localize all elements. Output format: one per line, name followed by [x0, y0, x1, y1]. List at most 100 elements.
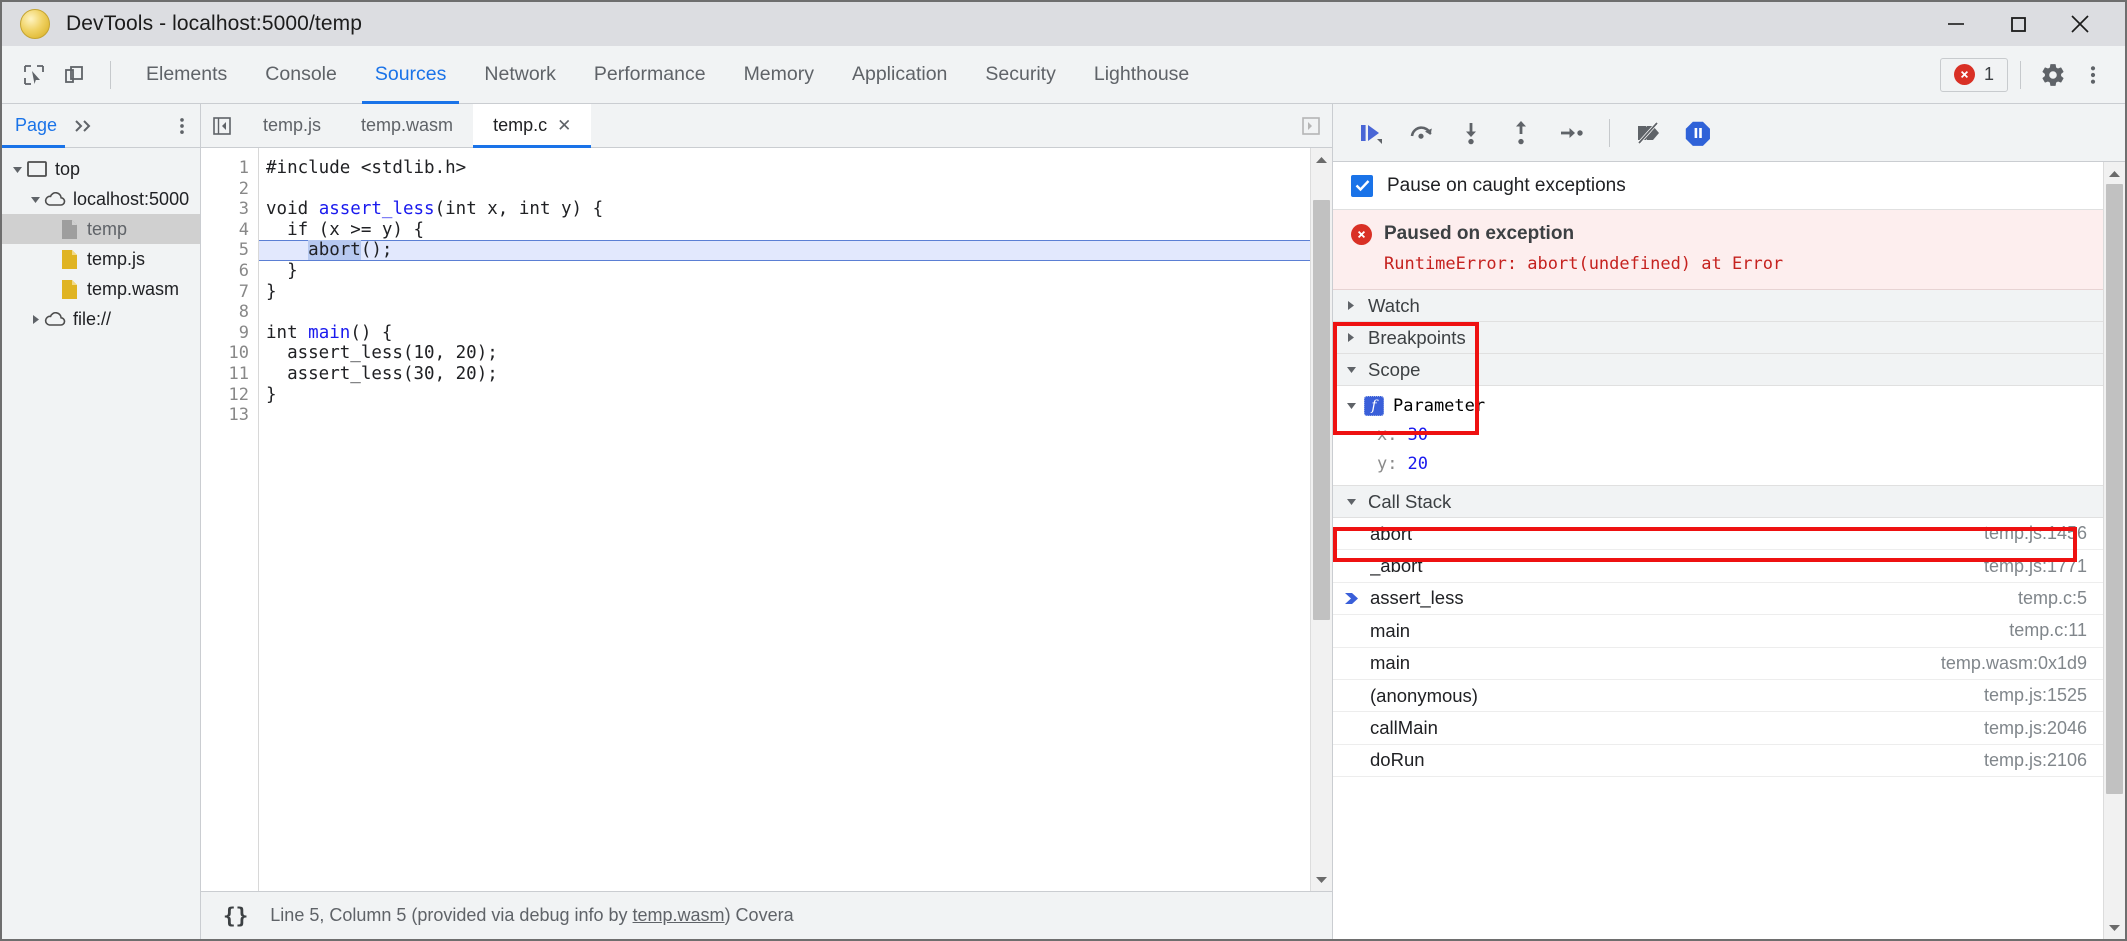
step-over-next-function-call-icon[interactable]	[1399, 111, 1443, 155]
tab-application[interactable]: Application	[833, 46, 966, 104]
wasm-source-link[interactable]: temp.wasm	[633, 905, 725, 925]
maximize-button[interactable]	[1987, 2, 2049, 46]
call-stack-row[interactable]: main temp.wasm:0x1d9	[1333, 648, 2103, 680]
twisty-open-icon[interactable]	[8, 164, 26, 175]
more-tabs-icon[interactable]	[65, 117, 103, 135]
tree-item-temp-wasm[interactable]: temp.wasm	[2, 274, 200, 304]
chevron-down-icon	[1344, 365, 1358, 375]
call-stack-row[interactable]: (anonymous) temp.js:1525	[1333, 680, 2103, 712]
close-icon[interactable]: ✕	[557, 117, 571, 134]
tab-security[interactable]: Security	[966, 46, 1074, 104]
call-stack-row[interactable]: abort temp.js:1456	[1333, 518, 2103, 550]
editor-status-bar: {} Line 5, Column 5 (provided via debug …	[201, 891, 1332, 939]
editor-pane: temp.js temp.wasm temp.c ✕ 1 2 3	[201, 104, 1333, 939]
gear-icon[interactable]	[2033, 55, 2073, 95]
tab-network[interactable]: Network	[465, 46, 575, 104]
close-button[interactable]	[2049, 2, 2111, 46]
step-icon[interactable]	[1549, 111, 1593, 155]
scope-variable-y[interactable]: y: 20	[1333, 449, 2103, 478]
section-header-scope[interactable]: Scope	[1333, 354, 2103, 386]
twisty-closed-icon[interactable]	[26, 314, 44, 325]
tree-item-temp-js[interactable]: temp.js	[2, 244, 200, 274]
chevron-right-icon	[1344, 332, 1358, 343]
code-line	[259, 302, 1310, 323]
kebab-icon[interactable]	[2073, 55, 2113, 95]
scroll-up-icon[interactable]	[2108, 162, 2121, 184]
inspect-element-icon[interactable]	[14, 55, 54, 95]
section-header-watch[interactable]: Watch	[1333, 290, 2103, 322]
call-stack-row[interactable]: callMain temp.js:2046	[1333, 712, 2103, 744]
call-stack-list: abort temp.js:1456 _abort temp.js:1771	[1333, 518, 2103, 777]
call-stack-row[interactable]: _abort temp.js:1771	[1333, 550, 2103, 582]
pause-on-caught-exceptions-row[interactable]: Pause on caught exceptions	[1333, 162, 2103, 210]
editor-scrollbar[interactable]	[1310, 148, 1332, 891]
section-label: Watch	[1368, 295, 1420, 317]
debugger-scrollbar[interactable]	[2103, 162, 2125, 939]
pretty-print-button[interactable]: {}	[217, 904, 254, 928]
toolbar-divider-right	[2020, 61, 2021, 89]
scroll-down-icon[interactable]	[1315, 869, 1328, 891]
tree-item-localhost[interactable]: localhost:5000	[2, 184, 200, 214]
tab-label: Security	[985, 63, 1055, 86]
resume-script-execution-icon[interactable]	[1349, 111, 1393, 155]
tree-item-label: file://	[73, 309, 111, 330]
call-stack-row[interactable]: doRun temp.js:2106	[1333, 745, 2103, 777]
navigator-tab-page[interactable]: Page	[2, 104, 65, 148]
call-stack-row-selected[interactable]: assert_less temp.c:5	[1333, 583, 2103, 615]
devtools-window: DevTools - localhost:5000/temp Elements	[0, 0, 2127, 941]
minimize-button[interactable]	[1925, 2, 1987, 46]
scroll-up-icon[interactable]	[1315, 148, 1328, 170]
variable-value: 30	[1407, 425, 1427, 445]
twisty-open-icon[interactable]	[26, 194, 44, 205]
step-out-of-current-function-icon[interactable]	[1499, 111, 1543, 155]
tab-elements[interactable]: Elements	[127, 46, 246, 104]
code-line	[259, 405, 1310, 426]
cloud-icon	[44, 308, 66, 330]
toolbar-divider	[110, 61, 111, 89]
debugger-body: Pause on caught exceptions Paused on exc…	[1333, 162, 2125, 939]
scope-variable-x[interactable]: x: 30	[1333, 420, 2103, 449]
toggle-device-toolbar-icon[interactable]	[54, 55, 94, 95]
editor-tab-temp-js[interactable]: temp.js	[243, 104, 341, 147]
section-header-call-stack[interactable]: Call Stack	[1333, 486, 2103, 518]
app-logo-icon	[20, 9, 50, 39]
tab-performance[interactable]: Performance	[575, 46, 725, 104]
tab-lighthouse[interactable]: Lighthouse	[1075, 46, 1208, 104]
section-header-breakpoints[interactable]: Breakpoints	[1333, 322, 2103, 354]
error-count-badge[interactable]: 1	[1940, 58, 2008, 92]
pause-on-exceptions-icon[interactable]	[1676, 111, 1720, 155]
section-label: Scope	[1368, 359, 1420, 381]
editor-tab-temp-c[interactable]: temp.c ✕	[473, 104, 591, 147]
pause-on-caught-checkbox[interactable]	[1351, 175, 1373, 197]
error-icon	[1954, 64, 1975, 85]
tab-sources[interactable]: Sources	[356, 46, 466, 104]
window-title: DevTools - localhost:5000/temp	[66, 12, 362, 36]
tree-item-file-protocol[interactable]: file://	[2, 304, 200, 334]
call-stack-location: temp.js:1456	[1984, 523, 2087, 544]
call-stack-function: (anonymous)	[1370, 685, 1984, 707]
navigator-more-options-icon[interactable]	[166, 106, 198, 146]
source-code[interactable]: #include <stdlib.h> void assert_less(int…	[259, 148, 1310, 891]
exception-title-row: Paused on exception	[1351, 223, 2085, 245]
tree-item-temp[interactable]: temp	[2, 214, 200, 244]
scrollbar-thumb[interactable]	[1313, 200, 1330, 620]
tab-memory[interactable]: Memory	[725, 46, 833, 104]
tab-console[interactable]: Console	[246, 46, 356, 104]
scroll-down-icon[interactable]	[2108, 917, 2121, 939]
tree-item-label: top	[55, 159, 80, 180]
scroll-tabs-left-icon[interactable]	[201, 104, 243, 147]
scrollbar-track[interactable]	[2104, 184, 2125, 917]
deactivate-breakpoints-icon[interactable]	[1626, 111, 1670, 155]
scroll-tabs-right-icon[interactable]	[1290, 104, 1332, 147]
scope-group-parameter[interactable]: f Parameter	[1333, 391, 2103, 420]
debugger-toolbar-divider	[1609, 119, 1610, 147]
scrollbar-track[interactable]	[1311, 170, 1332, 869]
editor-tab-temp-wasm[interactable]: temp.wasm	[341, 104, 473, 147]
step-into-next-function-call-icon[interactable]	[1449, 111, 1493, 155]
scrollbar-thumb[interactable]	[2106, 184, 2123, 794]
code-token-function: main	[308, 323, 350, 343]
tree-item-top[interactable]: top	[2, 154, 200, 184]
call-stack-row[interactable]: main temp.c:11	[1333, 615, 2103, 647]
tab-label: Network	[484, 63, 556, 86]
code-line	[259, 179, 1310, 200]
